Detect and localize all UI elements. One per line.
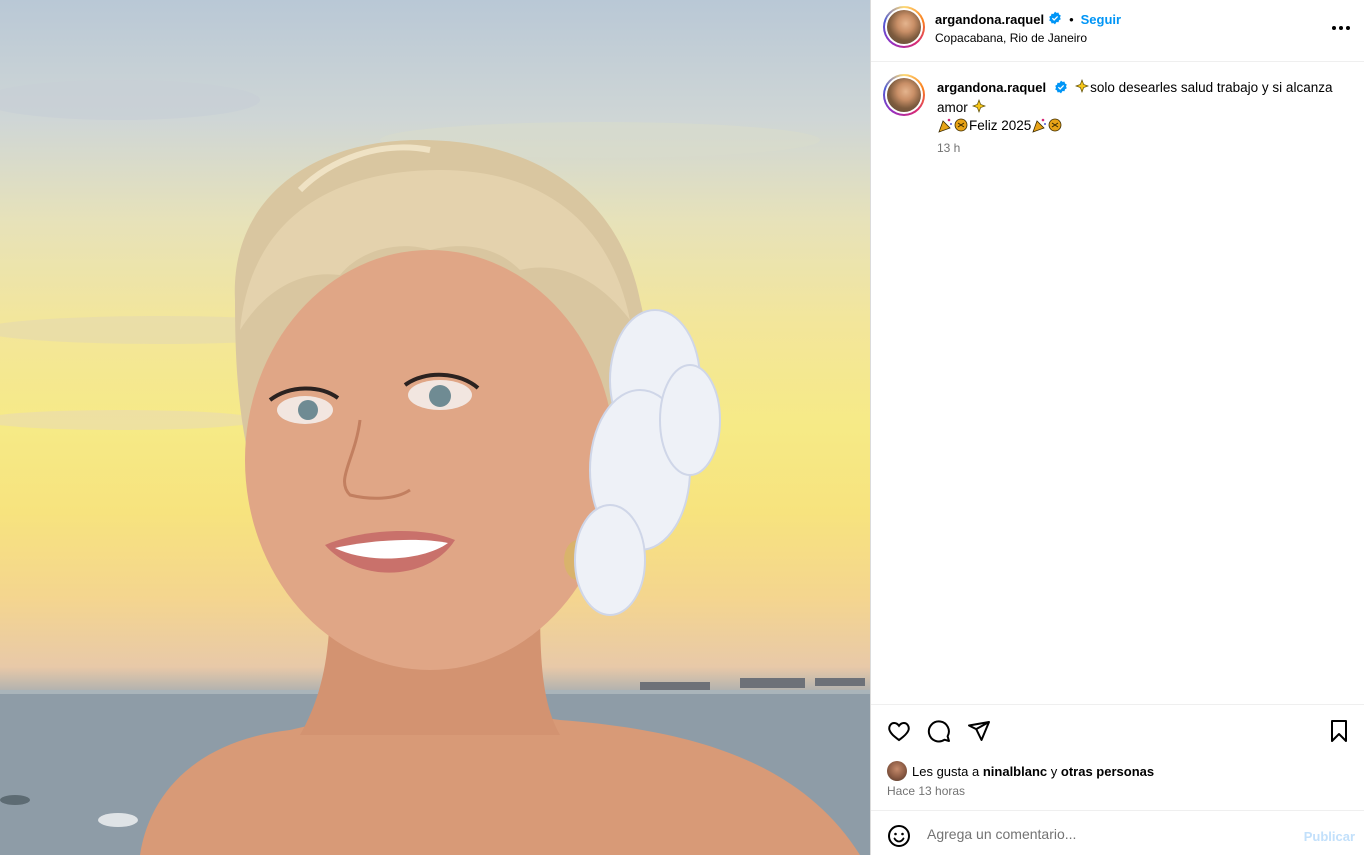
- post-location[interactable]: Copacabana, Rio de Janeiro: [935, 31, 1087, 45]
- post-timestamp[interactable]: Hace 13 horas: [887, 784, 965, 798]
- post-detail-panel: argandona.raquel • Seguir Copacabana, Ri…: [870, 0, 1364, 855]
- caption-line-2: Feliz 2025: [969, 118, 1032, 133]
- party-popper-emoji-icon: [1047, 117, 1063, 133]
- action-bar: Les gusta a ninalblanc y otras personas …: [871, 704, 1364, 810]
- publish-button[interactable]: Publicar: [1304, 829, 1355, 844]
- header-username-row: argandona.raquel • Seguir: [935, 11, 1121, 28]
- sparkle-emoji-icon: [971, 98, 987, 115]
- caption-text: argandona.raquel solo desearles salud tra…: [937, 78, 1347, 135]
- likes-connector: y: [1050, 763, 1058, 779]
- comment-box: Publicar: [871, 810, 1364, 855]
- follow-button[interactable]: Seguir: [1081, 12, 1121, 27]
- party-popper-emoji-icon: [937, 117, 953, 133]
- header-username[interactable]: argandona.raquel: [935, 12, 1044, 27]
- comment-icon[interactable]: [927, 719, 953, 745]
- liker-username[interactable]: ninalblanc: [983, 764, 1047, 779]
- likes-summary: Les gusta a ninalblanc y otras personas: [887, 761, 1154, 781]
- sparkle-emoji-icon: [1074, 78, 1090, 95]
- post-caption: argandona.raquel solo desearles salud tra…: [871, 62, 1364, 155]
- share-icon[interactable]: [967, 719, 993, 745]
- header-separator: •: [1069, 12, 1074, 27]
- header-avatar[interactable]: [883, 6, 925, 48]
- caption-time: 13 h: [937, 141, 961, 155]
- verified-badge-icon: [1048, 11, 1062, 28]
- emoji-icon[interactable]: [887, 824, 911, 848]
- caption-avatar[interactable]: [883, 74, 925, 116]
- post-photo: [0, 0, 870, 855]
- likes-others-link[interactable]: otras personas: [1061, 764, 1154, 779]
- caption-username[interactable]: argandona.raquel: [937, 80, 1046, 95]
- comment-input[interactable]: [927, 823, 1287, 845]
- party-popper-emoji-icon: [1031, 117, 1047, 133]
- post-header: argandona.raquel • Seguir Copacabana, Ri…: [871, 0, 1364, 62]
- likes-prefix: Les gusta a: [912, 763, 980, 779]
- party-popper-emoji-icon: [953, 117, 969, 133]
- bookmark-icon[interactable]: [1327, 719, 1353, 745]
- liker-avatar[interactable]: [887, 761, 907, 781]
- heart-icon[interactable]: [887, 719, 913, 745]
- verified-badge-icon: [1054, 80, 1068, 99]
- more-options-icon[interactable]: [1329, 16, 1353, 40]
- photo-illustration: [0, 80, 870, 855]
- post-viewer: argandona.raquel • Seguir Copacabana, Ri…: [0, 0, 1364, 855]
